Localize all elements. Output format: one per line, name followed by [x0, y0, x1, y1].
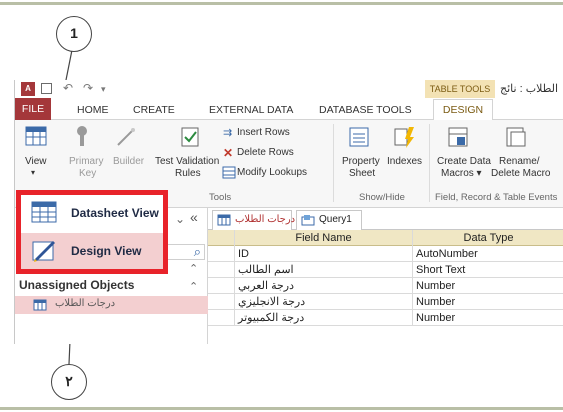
chevron-up-icon[interactable]: ⌃ — [189, 280, 198, 293]
field-name-cell[interactable]: اسم الطالب — [234, 262, 412, 278]
data-type-cell[interactable]: Number — [412, 294, 563, 310]
create-data-macros-label-2: Macros ▾ — [441, 168, 482, 179]
nav-group-unassigned-objects[interactable]: Unassigned Objects — [19, 278, 134, 292]
bottom-border — [0, 407, 563, 410]
menu-item-datasheet-view[interactable]: Datasheet View — [21, 195, 163, 231]
menu-item-design-view[interactable]: Design View — [21, 233, 163, 269]
create-data-macros-button[interactable]: Create Data — [437, 156, 491, 167]
ribbon-separator — [333, 124, 334, 202]
quick-access-toolbar: A ↶ ↷ ▾ TABLE TOOLS الطلاب : نائج — [15, 80, 563, 98]
field-name-cell[interactable]: درجة الانجليزي — [234, 294, 412, 310]
chevron-up-icon[interactable]: ⌃ — [189, 262, 198, 275]
row-selector[interactable] — [208, 294, 234, 310]
callout-1: 1 — [56, 16, 92, 52]
field-name-cell[interactable]: درجة العربي — [234, 278, 412, 294]
primary-key-icon — [77, 126, 87, 146]
query-icon — [301, 215, 315, 226]
delete-rows-icon: ✕ — [223, 146, 234, 160]
rename-delete-macro-label-2: Delete Macro — [491, 168, 551, 179]
row-selector[interactable] — [208, 310, 234, 326]
table-icon — [33, 299, 47, 311]
nav-item-table[interactable]: درجات الطلاب — [15, 296, 208, 314]
tab-home[interactable]: HOME — [77, 100, 109, 120]
test-validation-icon — [181, 127, 199, 147]
design-view-label: Design View — [71, 244, 142, 258]
column-header-field-name: Field Name — [234, 230, 412, 246]
tools-group-label: Tools — [209, 192, 232, 203]
tab-create[interactable]: CREATE — [133, 100, 175, 120]
property-sheet-label-2: Sheet — [349, 168, 376, 179]
tab-database-tools[interactable]: DATABASE TOOLS — [319, 100, 412, 120]
tab-file[interactable]: FILE — [15, 98, 51, 120]
tab-query1[interactable]: Query1 — [296, 210, 362, 230]
create-data-macros-icon — [448, 127, 468, 147]
view-button[interactable]: View — [25, 156, 47, 167]
save-icon[interactable] — [41, 83, 52, 94]
insert-rows-button[interactable]: Insert Rows — [237, 127, 290, 138]
row-selector[interactable] — [208, 278, 234, 294]
modify-lookups-button[interactable]: Modify Lookups — [237, 167, 307, 178]
undo-icon[interactable]: ↶ — [63, 81, 73, 95]
rename-delete-macro-icon — [506, 127, 526, 147]
row-selector[interactable] — [208, 262, 234, 278]
tab-label: Query1 — [319, 214, 352, 225]
test-validation-label-2: Rules — [175, 168, 201, 179]
ribbon-tabs: FILE HOME CREATE EXTERNAL DATA DATABASE … — [15, 98, 563, 121]
table-row[interactable]: درجة العربي Number — [208, 278, 563, 294]
design-view-icon — [32, 241, 55, 262]
data-type-cell[interactable]: Number — [412, 278, 563, 294]
show-hide-group-label: Show/Hide — [359, 192, 405, 203]
redo-icon[interactable]: ↷ — [83, 81, 93, 95]
property-sheet-button[interactable]: Property — [342, 156, 380, 167]
table-tools-context-label: TABLE TOOLS — [425, 80, 495, 98]
delete-rows-button[interactable]: Delete Rows — [237, 147, 294, 158]
tab-label: درجات الطلاب — [235, 214, 296, 225]
document-tabs: درجات الطلاب Query1 — [208, 208, 563, 230]
tab-external-data[interactable]: EXTERNAL DATA — [209, 100, 293, 120]
table-icon — [217, 214, 231, 226]
primary-key-button[interactable]: Primary — [69, 156, 103, 167]
nav-item-label: درجات الطلاب — [55, 298, 116, 309]
modify-lookups-icon — [222, 166, 236, 179]
table-row[interactable]: اسم الطالب Short Text — [208, 262, 563, 278]
collapse-nav-icon[interactable]: « — [190, 209, 198, 225]
rename-delete-macro-button[interactable]: Rename/ — [499, 156, 540, 167]
builder-icon — [117, 128, 135, 146]
indexes-button[interactable]: Indexes — [387, 156, 422, 167]
view-icon[interactable] — [25, 126, 47, 146]
table-row[interactable]: درجة الكمبيوتر Number — [208, 310, 563, 326]
customize-qat-icon[interactable]: ▾ — [101, 84, 106, 95]
field-name-cell[interactable]: درجة الكمبيوتر — [234, 310, 412, 326]
access-logo-icon: A — [21, 82, 35, 96]
view-dropdown-menu: Datasheet View Design View — [20, 194, 164, 270]
view-dropdown-arrow[interactable]: ▾ — [31, 168, 35, 177]
data-type-cell[interactable]: AutoNumber — [412, 246, 563, 262]
test-validation-rules-button[interactable]: Test Validation — [155, 156, 219, 167]
tab-design[interactable]: DESIGN — [433, 99, 493, 121]
search-icon: ⌕ — [193, 244, 201, 259]
table-row[interactable]: درجة الانجليزي Number — [208, 294, 563, 310]
document-area: درجات الطلاب Query1 Field Name Data Type… — [208, 208, 563, 344]
field-name-cell[interactable]: ID — [234, 246, 412, 262]
builder-button[interactable]: Builder — [113, 156, 144, 167]
data-type-cell[interactable]: Number — [412, 310, 563, 326]
row-selector[interactable] — [208, 230, 234, 246]
ribbon-separator — [429, 124, 430, 202]
datasheet-view-icon — [31, 201, 57, 223]
property-sheet-icon — [349, 127, 369, 147]
primary-key-label-2: Key — [79, 168, 97, 179]
window-title: الطلاب : نائج — [500, 83, 559, 95]
grid-header-row: Field Name Data Type — [208, 230, 563, 246]
table-row[interactable]: ID AutoNumber — [208, 246, 563, 262]
data-type-cell[interactable]: Short Text — [412, 262, 563, 278]
column-header-data-type: Data Type — [412, 230, 563, 246]
callout-2: ٢ — [51, 364, 87, 400]
row-selector[interactable] — [208, 246, 234, 262]
tab-table-design[interactable]: درجات الطلاب — [212, 210, 296, 230]
nav-dropdown-icon[interactable]: ⌄ — [175, 212, 185, 226]
indexes-icon — [394, 127, 414, 148]
insert-rows-icon: ⇉ — [223, 127, 233, 139]
datasheet-view-label: Datasheet View — [71, 206, 159, 220]
field-record-table-events-group-label: Field, Record & Table Events — [435, 192, 558, 203]
